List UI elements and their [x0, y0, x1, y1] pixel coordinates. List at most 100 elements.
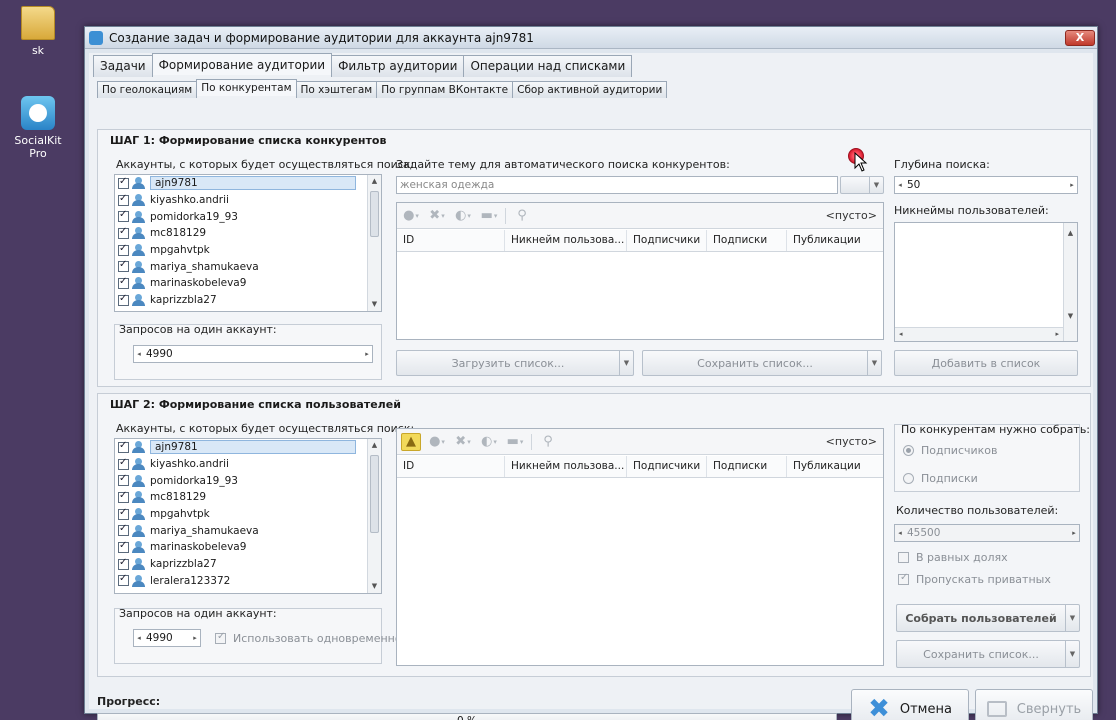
- scroll-up-icon[interactable]: ▲: [368, 175, 381, 188]
- scroll-down-icon[interactable]: ▼: [368, 580, 381, 593]
- refresh-icon[interactable]: ◐ ▾: [453, 207, 473, 225]
- account-list-item[interactable]: kiyashko.andrii: [115, 192, 381, 209]
- account-list-item[interactable]: mpgahvtpk: [115, 506, 381, 523]
- step1-accounts-scrollbar[interactable]: ▲ ▼: [367, 175, 381, 311]
- check-icon[interactable]: ● ▾: [401, 207, 421, 225]
- spin-left-icon[interactable]: ◂: [134, 634, 144, 642]
- account-checkbox[interactable]: [118, 276, 129, 289]
- search-icon[interactable]: ⚲: [512, 207, 532, 225]
- topic-search-button[interactable]: ▼: [840, 176, 884, 194]
- col-id[interactable]: ID: [397, 456, 505, 477]
- account-checkbox[interactable]: [118, 540, 129, 553]
- subtab-competitors[interactable]: По конкурентам: [196, 79, 297, 96]
- spin-right-icon[interactable]: ▸: [1069, 529, 1079, 537]
- col-nickname[interactable]: Никнейм пользова...: [505, 456, 627, 477]
- load-list-button[interactable]: Загрузить список... ▼: [396, 350, 634, 376]
- account-checkbox[interactable]: [118, 293, 129, 306]
- search-icon[interactable]: ⚲: [538, 433, 558, 451]
- subtab-geolocation[interactable]: По геолокациям: [97, 81, 198, 98]
- account-checkbox[interactable]: [118, 259, 129, 273]
- cancel-button[interactable]: ✖ Отмена: [851, 689, 969, 720]
- minimize-button[interactable]: Свернуть: [975, 689, 1093, 720]
- account-checkbox[interactable]: [118, 523, 129, 537]
- account-checkbox[interactable]: [118, 243, 129, 256]
- users-icon[interactable]: ▬ ▾: [479, 207, 499, 225]
- spin-right-icon[interactable]: ▸: [190, 634, 200, 642]
- step1-requests-spinner[interactable]: ◂ 4990 ▸: [133, 345, 373, 363]
- step1-save-list-button[interactable]: Сохранить список... ▼: [642, 350, 882, 376]
- account-checkbox[interactable]: [118, 573, 129, 587]
- account-checkbox[interactable]: [118, 209, 129, 223]
- account-list-item[interactable]: mpgahvtpk: [115, 242, 381, 259]
- spin-right-icon[interactable]: ▸: [362, 350, 372, 358]
- account-checkbox[interactable]: [118, 490, 129, 503]
- step2-grid-body[interactable]: [397, 479, 883, 665]
- equal-shares-checkbox[interactable]: [898, 552, 909, 563]
- depth-spinner[interactable]: ◂ 50 ▸: [894, 176, 1078, 194]
- step1-accounts-list[interactable]: ajn9781 kiyashko.andrii pomidorka19_93 mc81…: [114, 174, 382, 312]
- account-checkbox[interactable]: [118, 457, 129, 470]
- spin-right-icon[interactable]: ▸: [1067, 181, 1077, 189]
- desktop-folder-sk[interactable]: sk: [6, 6, 70, 57]
- spin-left-icon[interactable]: ◂: [134, 350, 144, 358]
- step2-accounts-list[interactable]: ajn9781 kiyashko.andrii pomidorka19_93 mc81…: [114, 438, 382, 594]
- account-list-item[interactable]: ajn9781: [115, 175, 381, 192]
- col-nickname[interactable]: Никнейм пользова...: [505, 230, 627, 251]
- account-checkbox[interactable]: [118, 557, 129, 570]
- check-icon[interactable]: ● ▾: [427, 433, 447, 451]
- account-checkbox[interactable]: [118, 176, 129, 189]
- subtab-vk-groups[interactable]: По группам ВКонтакте: [376, 81, 514, 98]
- account-checkbox[interactable]: [118, 193, 129, 206]
- scroll-left-icon[interactable]: ◂: [899, 330, 903, 338]
- refresh-icon[interactable]: ◐ ▾: [479, 433, 499, 451]
- chevron-down-icon[interactable]: ▼: [869, 177, 883, 193]
- account-list-item[interactable]: mariya_shamukaeva: [115, 522, 381, 539]
- skip-private-checkbox[interactable]: [898, 572, 909, 585]
- col-followers[interactable]: Подписчики: [627, 456, 707, 477]
- account-list-item[interactable]: marinaskobeleva9: [115, 275, 381, 292]
- users-icon[interactable]: ▬ ▾: [505, 433, 525, 451]
- desktop-shortcut-socialkit[interactable]: SocialKit Pro: [6, 96, 70, 160]
- subtab-active-audience[interactable]: Сбор активной аудитории: [512, 81, 668, 98]
- account-list-item[interactable]: mc818129: [115, 489, 381, 506]
- nicknames-scrollbar[interactable]: ▲ ▼: [1063, 223, 1077, 341]
- nicknames-textarea[interactable]: ▲ ▼ ◂ ▸: [894, 222, 1078, 342]
- scroll-thumb[interactable]: [370, 455, 379, 533]
- subtab-hashtags[interactable]: По хэштегам: [295, 81, 378, 98]
- col-posts[interactable]: Публикации: [787, 456, 867, 477]
- close-button[interactable]: X: [1065, 29, 1095, 46]
- account-list-item[interactable]: kiyashko.andrii: [115, 456, 381, 473]
- scroll-down-icon[interactable]: ▼: [1064, 310, 1077, 323]
- account-checkbox[interactable]: [118, 440, 129, 453]
- chevron-down-icon[interactable]: ▼: [867, 351, 881, 375]
- col-followers[interactable]: Подписчики: [627, 230, 707, 251]
- step2-requests-spinner[interactable]: ◂ 4990 ▸: [133, 629, 201, 647]
- topic-input[interactable]: женская одежда: [396, 176, 838, 194]
- nicknames-hscroll[interactable]: ◂ ▸: [895, 327, 1063, 341]
- delete-icon[interactable]: ✖ ▾: [453, 433, 473, 451]
- radio-followers[interactable]: [903, 445, 914, 456]
- spin-left-icon[interactable]: ◂: [895, 181, 905, 189]
- use-simultaneously-checkbox[interactable]: [215, 631, 226, 644]
- col-following[interactable]: Подписки: [707, 230, 787, 251]
- tab-tasks[interactable]: Задачи: [93, 55, 153, 77]
- account-list-item[interactable]: marinaskobeleva9: [115, 539, 381, 556]
- user-count-spinner[interactable]: ◂ 45500 ▸: [894, 524, 1080, 542]
- scroll-down-icon[interactable]: ▼: [368, 298, 381, 311]
- tab-list-operations[interactable]: Операции над списками: [463, 55, 633, 77]
- step2-accounts-scrollbar[interactable]: ▲ ▼: [367, 439, 381, 593]
- chevron-down-icon[interactable]: ▼: [619, 351, 633, 375]
- step2-save-list-button[interactable]: Сохранить список... ▼: [896, 640, 1080, 668]
- account-list-item[interactable]: kaprizzbla27: [115, 556, 381, 573]
- account-list-item[interactable]: ajn9781: [115, 439, 381, 456]
- scroll-up-icon[interactable]: ▲: [1064, 227, 1077, 240]
- account-list-item[interactable]: mc818129: [115, 225, 381, 242]
- collect-users-button[interactable]: Собрать пользователей ▼: [896, 604, 1080, 632]
- add-to-list-button[interactable]: Добавить в список: [894, 350, 1078, 376]
- scroll-right-icon[interactable]: ▸: [1055, 330, 1059, 338]
- account-list-item[interactable]: pomidorka19_93: [115, 208, 381, 225]
- title-bar[interactable]: Создание задач и формирование аудитории …: [85, 27, 1097, 49]
- account-checkbox[interactable]: [118, 226, 129, 239]
- col-following[interactable]: Подписки: [707, 456, 787, 477]
- col-id[interactable]: ID: [397, 230, 505, 251]
